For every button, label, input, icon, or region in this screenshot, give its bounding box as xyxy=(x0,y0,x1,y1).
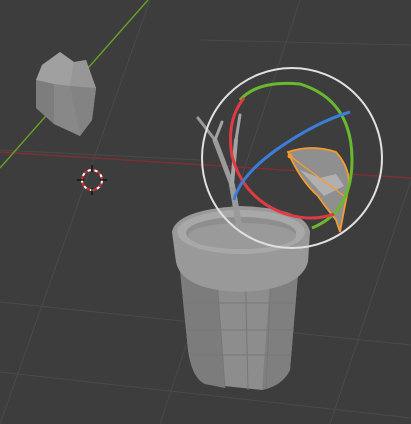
rock-object[interactable] xyxy=(36,52,96,136)
3d-cursor-icon[interactable] xyxy=(77,165,107,195)
viewport-canvas[interactable] xyxy=(0,0,411,424)
3d-viewport[interactable] xyxy=(0,0,411,424)
x-axis-line xyxy=(0,151,411,179)
